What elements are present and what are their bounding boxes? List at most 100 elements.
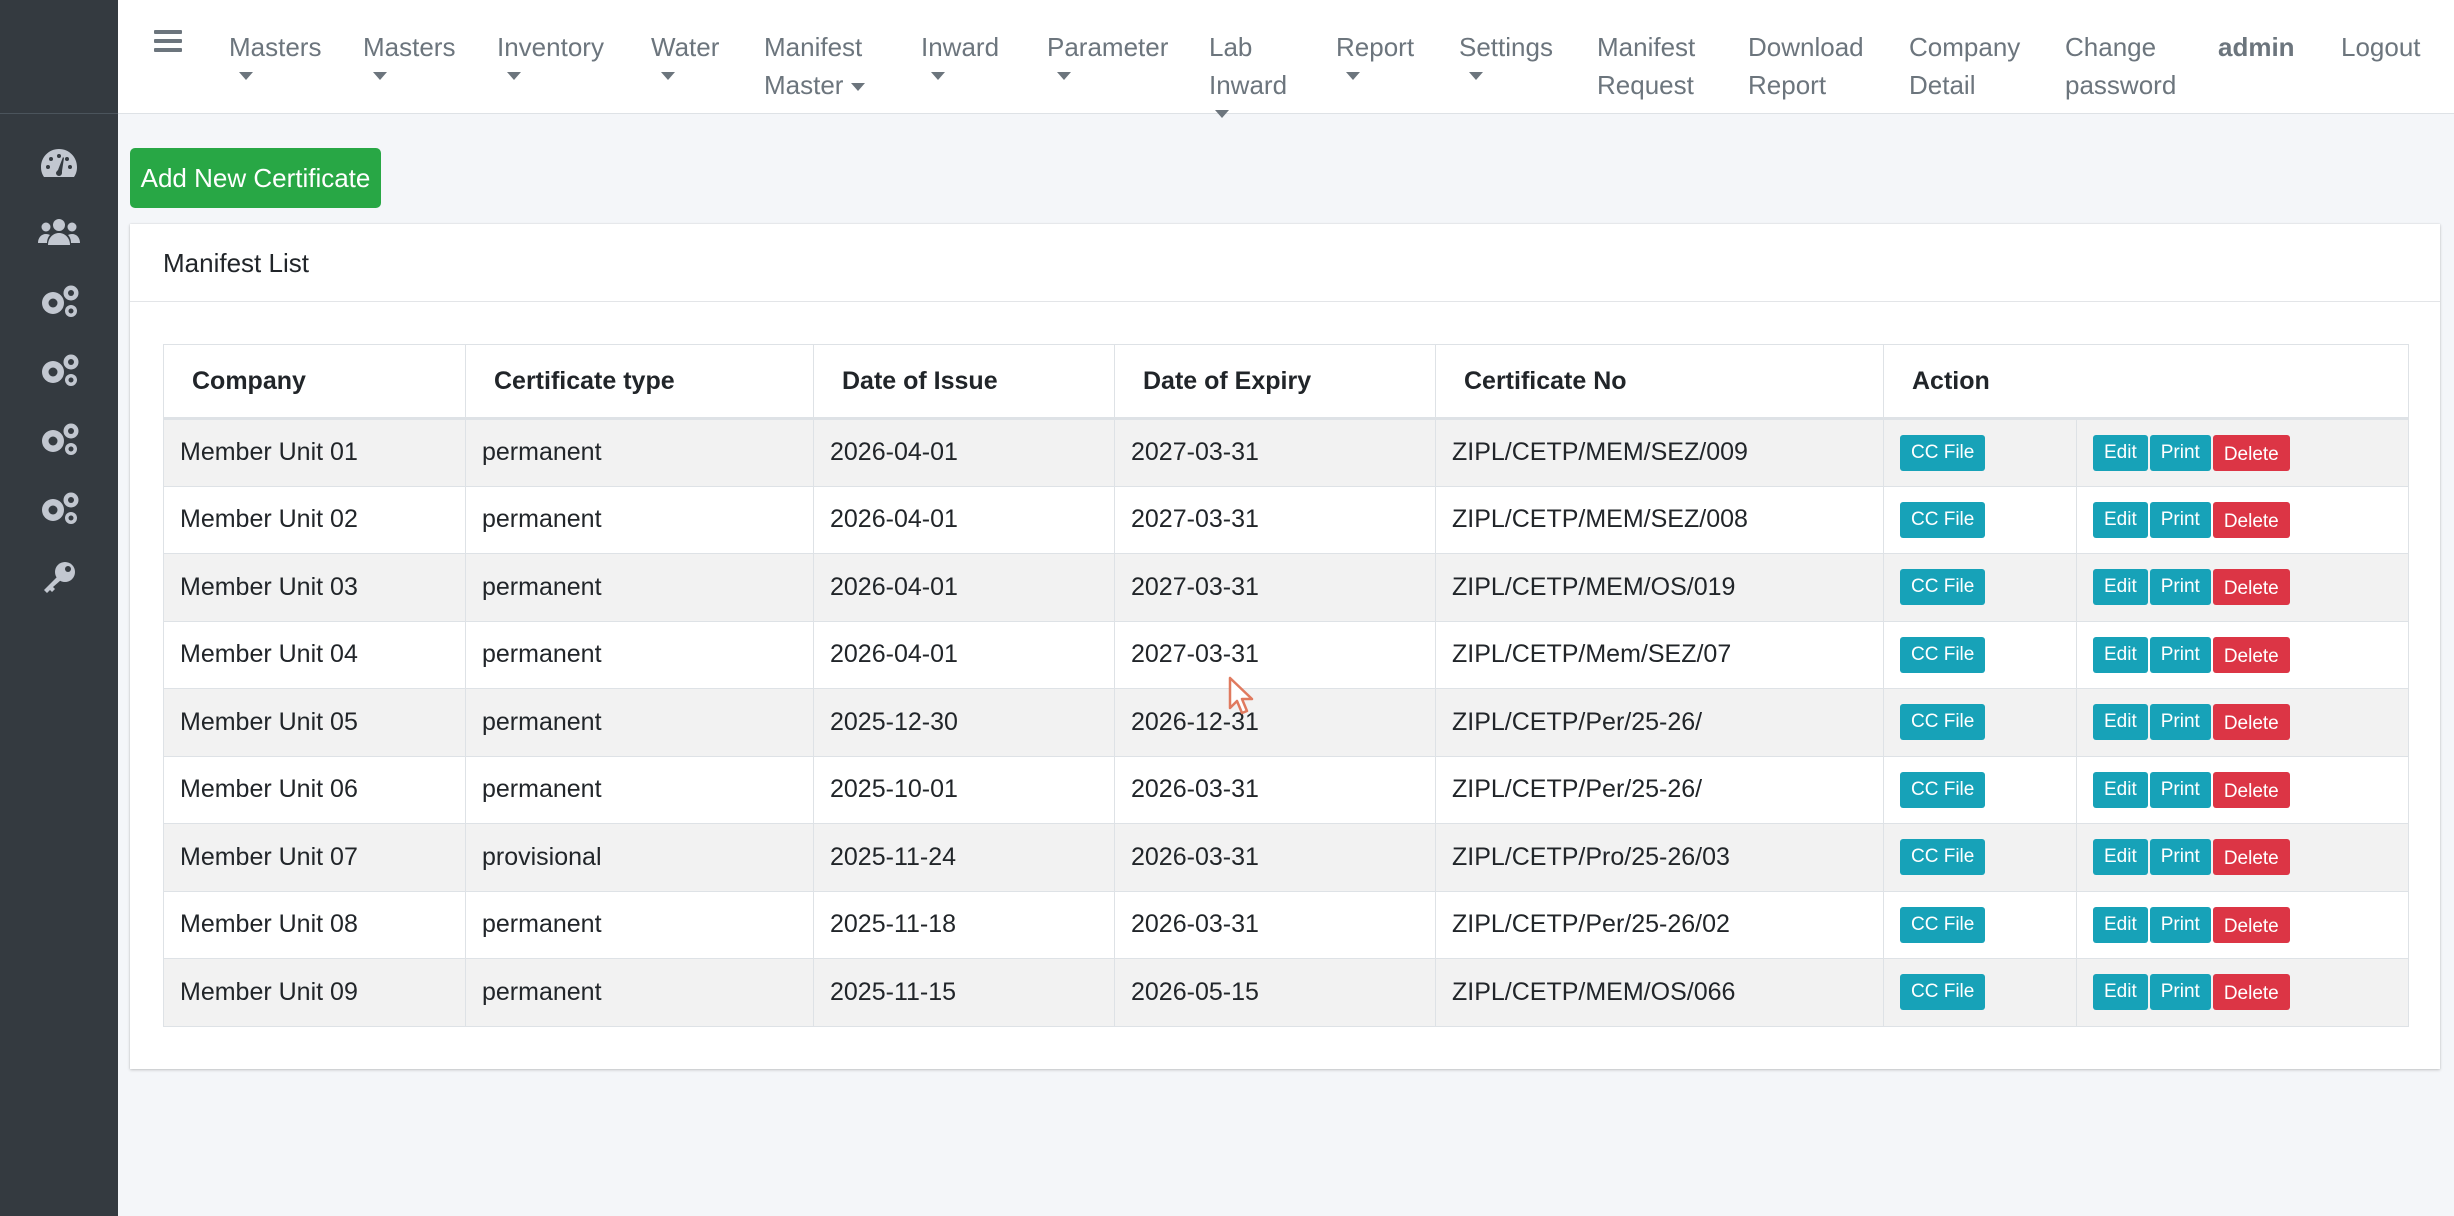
cc-file-button[interactable]: CC File (1900, 434, 1986, 471)
edit-button[interactable]: Edit (2093, 906, 2148, 943)
sidebar-item-password[interactable] (0, 542, 118, 611)
print-button[interactable]: Print (2149, 704, 2211, 741)
nav-label: Water (651, 32, 720, 62)
sidebar-item-users[interactable] (0, 197, 118, 266)
sidebar-item-settings-3[interactable] (0, 404, 118, 473)
delete-button[interactable]: Delete (2212, 906, 2290, 943)
edit-button[interactable]: Edit (2093, 434, 2148, 471)
cell-actions: Edit Print Delete (2076, 418, 2409, 487)
menu-toggle-icon[interactable] (154, 30, 182, 52)
nav-change-password[interactable]: Change password (2065, 28, 2185, 104)
edit-button[interactable]: Edit (2093, 501, 2148, 538)
column-header-action: Action (1883, 344, 2409, 420)
cell-cc-file: CC File (1883, 485, 2077, 554)
table-header-row: Company Certificate type Date of Issue D… (163, 344, 2409, 420)
print-button[interactable]: Print (2149, 569, 2211, 606)
sidebar-item-settings-2[interactable] (0, 335, 118, 404)
edit-button[interactable]: Edit (2093, 839, 2148, 876)
delete-button[interactable]: Delete (2212, 974, 2290, 1011)
edit-button[interactable]: Edit (2093, 974, 2148, 1011)
edit-button[interactable]: Edit (2093, 771, 2148, 808)
print-button[interactable]: Print (2149, 839, 2211, 876)
nav-parameter[interactable]: Parameter (1047, 28, 1168, 80)
cell-certificate-no: ZIPL/CETP/MEM/SEZ/009 (1435, 418, 1884, 487)
cc-file-button[interactable]: CC File (1900, 569, 1986, 606)
cell-certificate-no: ZIPL/CETP/MEM/SEZ/008 (1435, 485, 1884, 554)
nav-label: Company Detail (1909, 32, 2021, 100)
cell-certificate-no: ZIPL/CETP/Mem/SEZ/07 (1435, 620, 1884, 689)
delete-button[interactable]: Delete (2212, 501, 2290, 538)
cc-file-button[interactable]: CC File (1900, 636, 1986, 673)
column-header-company: Company (163, 344, 466, 420)
cell-certificate-type: provisional (465, 823, 814, 892)
cc-file-button[interactable]: CC File (1900, 771, 1986, 808)
add-certificate-button[interactable]: Add New Certificate (130, 148, 381, 208)
nav-masters-2[interactable]: Masters (363, 28, 455, 80)
cc-file-button[interactable]: CC File (1900, 839, 1986, 876)
nav-user[interactable]: admin (2218, 28, 2295, 66)
cell-certificate-no: ZIPL/CETP/Per/25-26/ (1435, 755, 1884, 824)
cell-date-of-issue: 2025-10-01 (813, 755, 1115, 824)
nav-inventory[interactable]: Inventory (497, 28, 604, 80)
edit-button[interactable]: Edit (2093, 569, 2148, 606)
nav-logout[interactable]: Logout (2341, 28, 2421, 66)
nav-settings[interactable]: Settings (1459, 28, 1553, 80)
sidebar-item-dashboard[interactable] (0, 128, 118, 197)
cell-certificate-type: permanent (465, 890, 814, 959)
cell-date-of-expiry: 2026-05-15 (1114, 958, 1436, 1027)
manifest-table: Company Certificate type Date of Issue D… (163, 344, 2409, 1027)
nav-lab-inward[interactable]: Lab Inward (1209, 28, 1299, 118)
delete-button[interactable]: Delete (2212, 771, 2290, 808)
delete-button[interactable]: Delete (2212, 434, 2290, 471)
nav-company-detail[interactable]: Company Detail (1909, 28, 2029, 104)
delete-button[interactable]: Delete (2212, 569, 2290, 606)
nav-water[interactable]: Water (651, 28, 719, 80)
nav-label: Masters (229, 32, 322, 62)
nav-label: Change password (2065, 32, 2177, 100)
card-title: Manifest List (130, 224, 2440, 302)
sidebar-item-settings-4[interactable] (0, 473, 118, 542)
cell-certificate-type: permanent (465, 755, 814, 824)
cell-company: Member Unit 03 (163, 553, 466, 622)
cell-date-of-expiry: 2027-03-31 (1114, 418, 1436, 487)
chevron-down-icon (1346, 72, 1360, 80)
cell-actions: Edit Print Delete (2076, 485, 2409, 554)
chevron-down-icon (1057, 72, 1071, 80)
cc-file-button[interactable]: CC File (1900, 501, 1986, 538)
print-button[interactable]: Print (2149, 771, 2211, 808)
cell-company: Member Unit 09 (163, 958, 466, 1027)
cell-certificate-no: ZIPL/CETP/MEM/OS/066 (1435, 958, 1884, 1027)
cc-file-button[interactable]: CC File (1900, 974, 1986, 1011)
sidebar-item-settings-1[interactable] (0, 266, 118, 335)
delete-button[interactable]: Delete (2212, 636, 2290, 673)
print-button[interactable]: Print (2149, 636, 2211, 673)
print-button[interactable]: Print (2149, 906, 2211, 943)
print-button[interactable]: Print (2149, 501, 2211, 538)
cell-certificate-no: ZIPL/CETP/MEM/OS/019 (1435, 553, 1884, 622)
cell-date-of-issue: 2025-11-18 (813, 890, 1115, 959)
nav-manifest-master[interactable]: Manifest Master (764, 28, 874, 104)
cc-file-button[interactable]: CC File (1900, 704, 1986, 741)
nav-report[interactable]: Report (1336, 28, 1414, 80)
edit-button[interactable]: Edit (2093, 704, 2148, 741)
nav-download-report[interactable]: Download Report (1748, 28, 1868, 104)
table-row: Member Unit 08 permanent 2025-11-18 2026-03… (163, 890, 2409, 959)
cell-cc-file: CC File (1883, 823, 2077, 892)
delete-button[interactable]: Delete (2212, 839, 2290, 876)
cell-company: Member Unit 07 (163, 823, 466, 892)
table-row: Member Unit 02 permanent 2026-04-01 2027-03… (163, 485, 2409, 554)
nav-masters-1[interactable]: Masters (229, 28, 321, 80)
nav-inward[interactable]: Inward (921, 28, 999, 80)
manifest-list-card: Manifest List Company Certificate type D… (130, 224, 2440, 1069)
nav-manifest-request[interactable]: Manifest Request (1597, 28, 1707, 104)
cc-file-button[interactable]: CC File (1900, 906, 1986, 943)
edit-button[interactable]: Edit (2093, 636, 2148, 673)
gears-icon (42, 423, 79, 455)
delete-button[interactable]: Delete (2212, 704, 2290, 741)
nav-label: Masters (363, 32, 456, 62)
cell-cc-file: CC File (1883, 553, 2077, 622)
print-button[interactable]: Print (2149, 434, 2211, 471)
print-button[interactable]: Print (2149, 974, 2211, 1011)
nav-label: Parameter (1047, 32, 1169, 62)
nav-label: Report (1336, 32, 1415, 62)
